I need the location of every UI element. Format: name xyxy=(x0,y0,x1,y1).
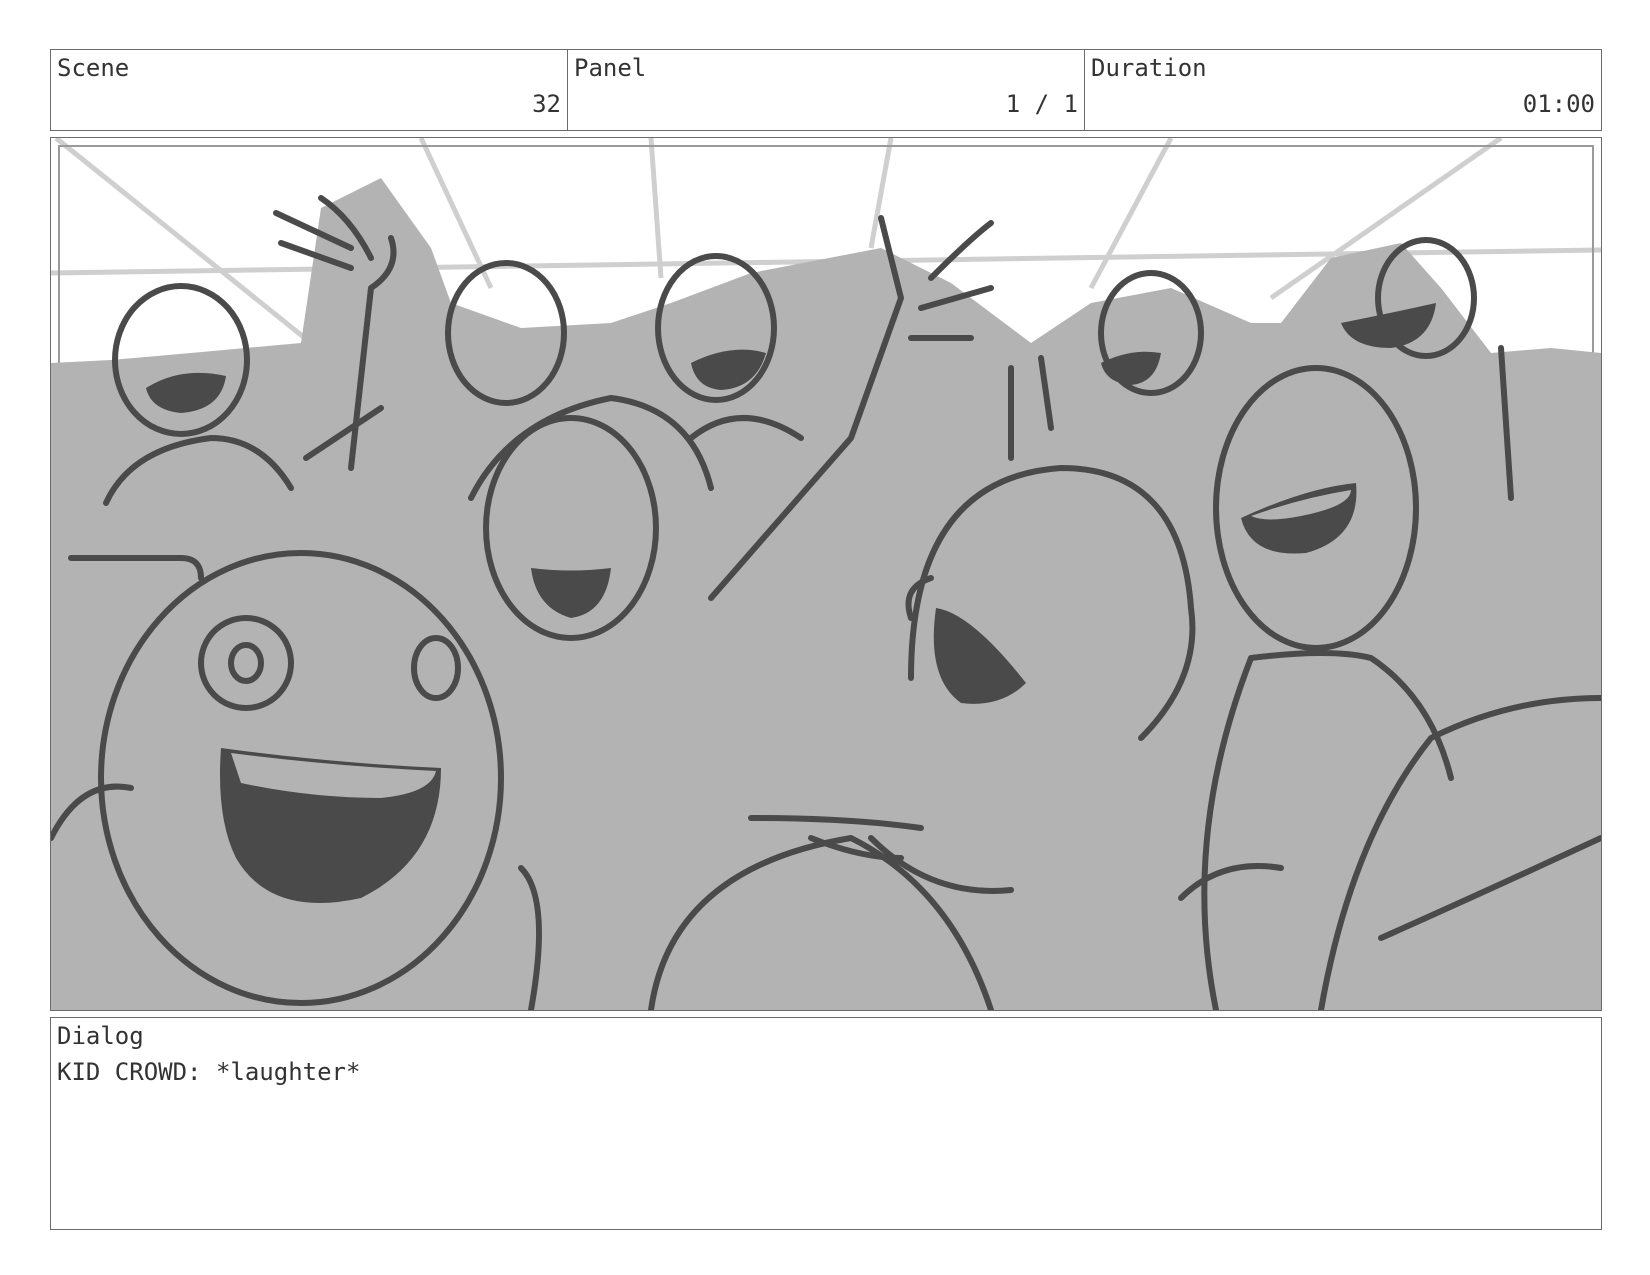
panel-label: Panel xyxy=(574,54,647,82)
scene-label: Scene xyxy=(57,54,130,82)
scene-cell: Scene 32 xyxy=(51,50,568,130)
dialog-text: KID CROWD: *laughter* xyxy=(57,1058,361,1086)
storyboard-sketch xyxy=(51,138,1601,1010)
dialog-label: Dialog xyxy=(57,1022,144,1050)
panel-number: 1 / 1 xyxy=(1005,90,1078,118)
storyboard-header: Scene 32 Panel 1 / 1 Duration 01:00 xyxy=(50,49,1602,131)
storyboard-panel-frame xyxy=(50,137,1602,1011)
scene-number: 32 xyxy=(532,90,561,118)
duration-cell: Duration 01:00 xyxy=(1085,50,1601,130)
duration-label: Duration xyxy=(1091,54,1207,82)
dialog-box: Dialog KID CROWD: *laughter* xyxy=(50,1017,1602,1230)
panel-cell: Panel 1 / 1 xyxy=(568,50,1085,130)
duration-value: 01:00 xyxy=(1522,90,1595,118)
